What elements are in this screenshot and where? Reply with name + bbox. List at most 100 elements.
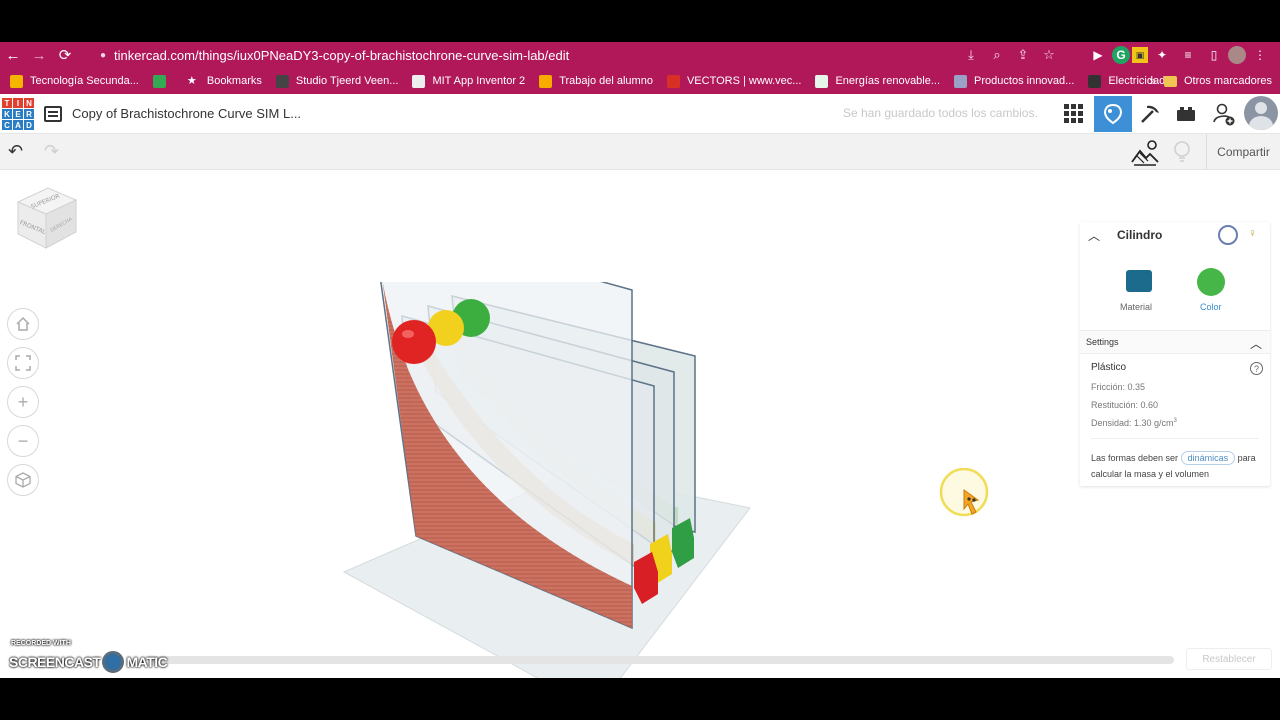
play-extension-icon[interactable]: ▶ xyxy=(1086,43,1110,67)
pointer-cursor-icon xyxy=(939,468,989,517)
screen: ← → ⟳ ● tinkercad.com/things/iux0PNeaDY3… xyxy=(0,42,1280,678)
chevron-up-icon[interactable]: ︿ xyxy=(1088,227,1100,244)
reload-icon[interactable]: ⟳ xyxy=(52,42,78,68)
side-panel-icon[interactable]: ▯ xyxy=(1202,43,1226,67)
back-arrow-icon[interactable]: ← xyxy=(0,42,26,68)
zoom-icon[interactable]: ⌕ xyxy=(986,47,1008,63)
density-unit-exponent: 3 xyxy=(1173,418,1177,424)
bookmark-label: Studio Tjeerd Veen... xyxy=(295,75,399,87)
properties-panel: ︿ Cilindro ♀ Material Color Settings ︿ P… xyxy=(1080,222,1270,486)
watermark-right-text: MATIC xyxy=(126,654,168,670)
dynamic-shapes-note: Las formas deben ser dinámicas para calc… xyxy=(1091,450,1269,482)
view-cube[interactable]: SUPERIOR FRONTAL DERECHA xyxy=(14,186,80,256)
star-bookmark-icon[interactable]: ☆ xyxy=(1038,47,1060,63)
profile-avatar-icon[interactable] xyxy=(1228,46,1246,64)
logo-letter: A xyxy=(13,120,23,130)
more-bookmarks-chevron[interactable]: » xyxy=(1149,68,1156,94)
bookmark-item[interactable]: Productos innovad... xyxy=(954,74,1074,88)
address-bar-actions: ⤓ ⌕ ⇪ ☆ xyxy=(960,42,1060,68)
bookmark-item[interactable]: Trabajo del alumno xyxy=(539,74,653,88)
material-label: Material xyxy=(1120,302,1153,312)
browser-toolbar: ← → ⟳ ● tinkercad.com/things/iux0PNeaDY3… xyxy=(0,42,1280,68)
home-icon xyxy=(16,316,30,331)
zoom-in-button[interactable]: + xyxy=(7,386,39,418)
bookmark-favicon-icon xyxy=(539,74,553,88)
hint-bulb-icon[interactable]: ♀ xyxy=(1248,226,1257,240)
watermark-caption: RECORDED WITH xyxy=(11,640,71,647)
fit-view-button[interactable] xyxy=(7,347,39,379)
user-avatar[interactable] xyxy=(1244,96,1278,130)
logo-letter: D xyxy=(24,120,34,130)
3d-design-view-button[interactable] xyxy=(1056,96,1092,132)
dynamic-tag[interactable]: dinámicas xyxy=(1180,451,1236,465)
projection-button[interactable] xyxy=(7,464,39,496)
scene-settings-icon[interactable] xyxy=(1130,138,1160,166)
bookmark-label: Electricidad xyxy=(1108,75,1166,87)
target-icon[interactable] xyxy=(1218,225,1238,245)
yellow-extension-icon[interactable]: ▣ xyxy=(1132,47,1148,63)
grammarly-extension-icon[interactable]: G xyxy=(1112,46,1130,64)
star-icon: ★ xyxy=(186,74,197,87)
bookmark-item[interactable]: ★ Bookmarks xyxy=(187,75,262,88)
panel-header[interactable]: ︿ Cilindro ♀ xyxy=(1080,222,1270,248)
lock-icon: ● xyxy=(100,49,107,61)
address-bar[interactable]: ● tinkercad.com/things/iux0PNeaDY3-copy-… xyxy=(92,44,1062,66)
help-icon[interactable]: ? xyxy=(1250,362,1263,375)
other-bookmarks-label: Otros marcadores xyxy=(1183,75,1272,87)
color-swatch[interactable] xyxy=(1197,268,1225,296)
reset-button[interactable]: Restablecer xyxy=(1186,648,1272,670)
design-list-icon[interactable] xyxy=(44,106,62,122)
install-icon[interactable]: ⤓ xyxy=(960,47,982,63)
logo-letter: E xyxy=(13,109,23,119)
redo-icon[interactable]: ↷ xyxy=(44,141,59,162)
bookmark-favicon-icon xyxy=(152,74,166,88)
bookmark-item[interactable]: MIT App Inventor 2 xyxy=(412,74,525,88)
brachistochrone-scene[interactable] xyxy=(330,282,770,678)
app-header: TIN KER CAD Copy of Brachistochrone Curve … xyxy=(0,94,1280,134)
logo-letter: C xyxy=(2,120,12,130)
save-status: Se han guardado todos los cambios. xyxy=(843,106,1038,120)
simulation-timeline[interactable] xyxy=(152,656,1174,664)
forward-arrow-icon[interactable]: → xyxy=(26,42,52,68)
bookmark-label: Bookmarks xyxy=(206,75,262,87)
zoom-out-button[interactable]: − xyxy=(7,425,39,457)
bricks-view-button[interactable] xyxy=(1168,96,1204,132)
bookmark-favicon-icon xyxy=(666,74,680,88)
puzzle-extensions-icon[interactable]: ✦ xyxy=(1150,43,1174,67)
divider xyxy=(1091,438,1259,439)
bookmark-item[interactable]: VECTORS | www.vec... xyxy=(666,74,802,88)
material-swatch[interactable] xyxy=(1126,270,1152,292)
cube-projection-icon xyxy=(15,472,31,488)
note-text-before: Las formas deben ser xyxy=(1091,453,1179,463)
settings-section-header[interactable]: Settings ︿ xyxy=(1080,330,1270,354)
blocks-view-button[interactable] xyxy=(1132,96,1168,132)
restitution-value: Restitución: 0.60 xyxy=(1091,400,1159,410)
home-view-button[interactable] xyxy=(7,308,39,340)
pickaxe-icon xyxy=(1141,105,1159,123)
bookmark-item[interactable] xyxy=(152,74,173,88)
bookmark-favicon-icon xyxy=(954,74,968,88)
share-page-icon[interactable]: ⇪ xyxy=(1012,47,1034,63)
logo-letter: N xyxy=(24,98,34,108)
chevron-up-icon[interactable]: ︿ xyxy=(1250,335,1262,352)
bookmark-item[interactable]: Energías renovable... xyxy=(815,74,940,88)
bookmark-favicon-icon xyxy=(1088,74,1102,88)
logo-letter: T xyxy=(2,98,12,108)
bookmark-label: VECTORS | www.vec... xyxy=(686,75,802,87)
grid-icon xyxy=(1064,104,1083,123)
lightbulb-icon[interactable] xyxy=(1172,140,1192,164)
design-title[interactable]: Copy of Brachistochrone Curve SIM L... xyxy=(72,106,301,121)
invite-user-button[interactable] xyxy=(1206,96,1242,132)
material-name: Plástico xyxy=(1091,362,1127,373)
other-bookmarks-folder[interactable]: Otros marcadores xyxy=(1163,68,1272,94)
undo-icon[interactable]: ↶ xyxy=(8,141,23,162)
bookmark-item[interactable]: Studio Tjeerd Veen... xyxy=(275,74,399,88)
tinkercad-logo[interactable]: TIN KER CAD xyxy=(2,98,34,130)
browser-menu-icon[interactable]: ⋮ xyxy=(1248,43,1272,67)
share-button[interactable]: Compartir xyxy=(1206,134,1280,170)
bookmark-item[interactable]: Tecnología Secunda... xyxy=(10,74,139,88)
folder-icon xyxy=(1163,75,1177,87)
simulation-view-button[interactable] xyxy=(1094,96,1132,132)
bookmark-favicon-icon xyxy=(10,74,23,88)
reading-list-icon[interactable]: ≡ xyxy=(1176,43,1200,67)
